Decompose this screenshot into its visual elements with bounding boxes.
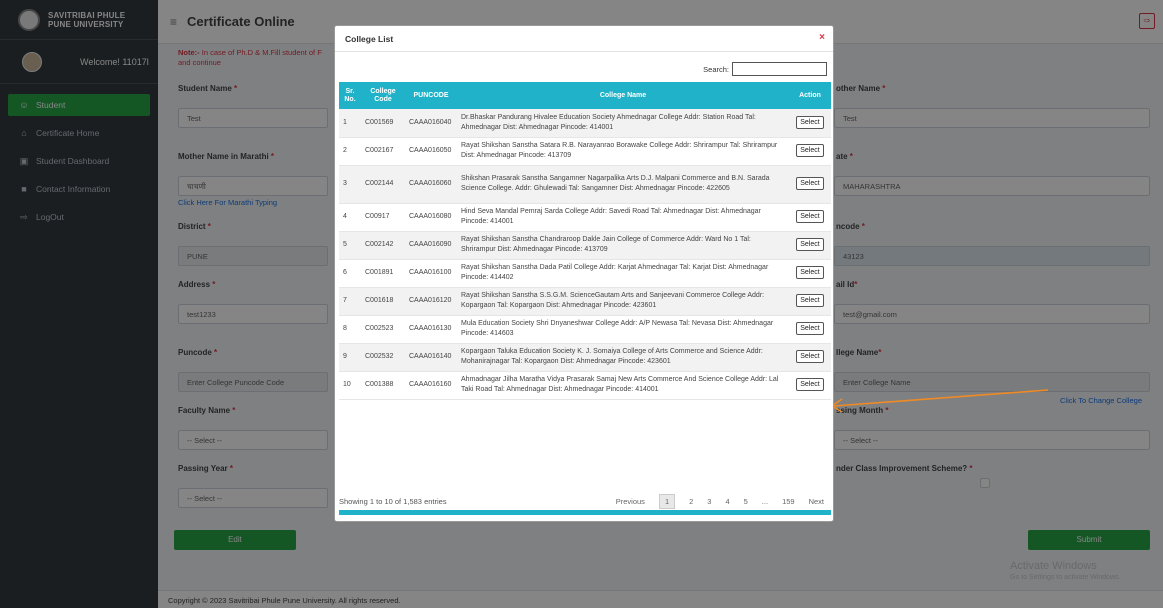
select-button[interactable]: Select xyxy=(796,210,824,223)
cell-action: Select xyxy=(789,315,831,344)
cell-sr-no: 7 xyxy=(339,287,361,316)
pagination-page[interactable]: 3 xyxy=(707,497,711,506)
pagination-next[interactable]: Next xyxy=(809,497,824,506)
cell-puncode: CAAA016060 xyxy=(405,165,457,204)
college-list-modal: College List × Search: Sr. No. College C… xyxy=(334,25,834,522)
column-header-puncode: PUNCODE xyxy=(405,82,457,109)
table-row: 8 C002523 CAAA016130 Mula Education Society… xyxy=(339,315,831,344)
cell-sr-no: 3 xyxy=(339,165,361,204)
cell-college-name: Dr.Bhaskar Pandurang Hivalee Education S… xyxy=(457,109,789,138)
college-table: Sr. No. College Code PUNCODE College Nam… xyxy=(339,82,831,400)
search-input[interactable] xyxy=(732,62,827,76)
pagination-bar: Showing 1 to 10 of 1,583 entries Previou… xyxy=(339,491,831,511)
cell-action: Select xyxy=(789,259,831,288)
table-row: 10 C001388 CAAA016160 Ahmadnagar Jilha Mara… xyxy=(339,371,831,400)
annotation-arrow-icon xyxy=(830,389,1049,413)
modal-title: College List xyxy=(345,34,394,44)
cell-college-name: Mula Education Society Shri Dnyaneshwar … xyxy=(457,315,789,344)
cell-college-name: Shikshan Prasarak Sanstha Sangamner Naga… xyxy=(457,165,789,204)
cell-sr-no: 5 xyxy=(339,231,361,260)
pagination-previous[interactable]: Previous xyxy=(616,497,645,506)
table-row: 5 C002142 CAAA016090 Rayat Shikshan Sanstha… xyxy=(339,231,831,260)
cell-puncode: CAAA016090 xyxy=(405,231,457,260)
cell-sr-no: 10 xyxy=(339,371,361,400)
cell-college-code: C002523 xyxy=(361,315,405,344)
search-row: Search: xyxy=(703,62,827,76)
cell-college-name: Rayat Shikshan Sanstha S.S.G.M. ScienceG… xyxy=(457,287,789,316)
select-button[interactable]: Select xyxy=(796,294,824,307)
cell-puncode: CAAA016040 xyxy=(405,109,457,138)
cell-college-name: Kopargaon Taluka Education Society K. J.… xyxy=(457,343,789,372)
cell-puncode: CAAA016140 xyxy=(405,343,457,372)
column-header-code: College Code xyxy=(361,82,405,109)
select-button[interactable]: Select xyxy=(796,238,824,251)
table-scrollbar[interactable] xyxy=(339,510,831,515)
cell-action: Select xyxy=(789,137,831,166)
cell-college-code: C002144 xyxy=(361,165,405,204)
cell-action: Select xyxy=(789,287,831,316)
cell-sr-no: 4 xyxy=(339,203,361,232)
cell-college-name: Hind Seva Mandal Pemraj Sarda College Ad… xyxy=(457,203,789,232)
cell-action: Select xyxy=(789,165,831,204)
table-row: 2 C002167 CAAA016050 Rayat Shikshan Sanstha… xyxy=(339,137,831,166)
select-button[interactable]: Select xyxy=(796,115,824,129)
cell-college-code: C00917 xyxy=(361,203,405,232)
cell-sr-no: 9 xyxy=(339,343,361,372)
cell-college-name: Rayat Shikshan Sanstha Chandraroop Dakle… xyxy=(457,231,789,260)
cell-action: Select xyxy=(789,109,831,138)
search-label: Search: xyxy=(703,64,729,74)
cell-college-code: C002532 xyxy=(361,343,405,372)
entries-info: Showing 1 to 10 of 1,583 entries xyxy=(339,496,447,506)
table-row: 1 C001569 CAAA016040 Dr.Bhaskar Pandurang H… xyxy=(339,109,831,138)
cell-action: Select xyxy=(789,343,831,372)
table-row: 3 C002144 CAAA016060 Shikshan Prasarak Sans… xyxy=(339,165,831,204)
cell-puncode: CAAA016160 xyxy=(405,371,457,400)
cell-college-name: Rayat Shikshan Sanstha Satara R.B. Naray… xyxy=(457,137,789,166)
cell-college-code: C001618 xyxy=(361,287,405,316)
cell-puncode: CAAA016120 xyxy=(405,287,457,316)
column-header-name: College Name xyxy=(457,82,789,109)
cell-college-name: Ahmadnagar Jilha Maratha Vidya Prasarak … xyxy=(457,371,789,400)
cell-action: Select xyxy=(789,203,831,232)
cell-college-code: C002142 xyxy=(361,231,405,260)
cell-college-code: C001891 xyxy=(361,259,405,288)
pagination-page[interactable]: 159 xyxy=(782,497,795,506)
table-row: 9 C002532 CAAA016140 Kopargaon Taluka Educa… xyxy=(339,343,831,372)
cell-sr-no: 8 xyxy=(339,315,361,344)
cell-college-code: C002167 xyxy=(361,137,405,166)
cell-action: Select xyxy=(789,371,831,400)
table-row: 7 C001618 CAAA016120 Rayat Shikshan Sanstha… xyxy=(339,287,831,316)
cell-college-code: C001388 xyxy=(361,371,405,400)
select-button[interactable]: Select xyxy=(796,350,824,363)
cell-action: Select xyxy=(789,231,831,260)
cell-puncode: CAAA016080 xyxy=(405,203,457,232)
cell-college-name: Rayat Shikshan Sanstha Dada Patil Colleg… xyxy=(457,259,789,288)
column-header-sr: Sr. No. xyxy=(339,82,361,109)
pagination-page[interactable]: 1 xyxy=(658,493,676,509)
select-button[interactable]: Select xyxy=(796,378,824,391)
select-button[interactable]: Select xyxy=(796,266,824,279)
cell-puncode: CAAA016100 xyxy=(405,259,457,288)
table-row: 6 C001891 CAAA016100 Rayat Shikshan Sanstha… xyxy=(339,259,831,288)
select-button[interactable]: Select xyxy=(796,144,824,157)
cell-sr-no: 6 xyxy=(339,259,361,288)
select-button[interactable]: Select xyxy=(796,177,824,190)
pagination-page[interactable]: 2 xyxy=(689,497,693,506)
cell-puncode: CAAA016050 xyxy=(405,137,457,166)
cell-sr-no: 2 xyxy=(339,137,361,166)
cell-college-code: C001569 xyxy=(361,109,405,138)
pagination-page[interactable]: 4 xyxy=(725,497,729,506)
cell-sr-no: 1 xyxy=(339,109,361,138)
pagination-page[interactable]: 5 xyxy=(744,497,748,506)
table-row: 4 C00917 CAAA016080 Hind Seva Mandal Pemraj… xyxy=(339,203,831,232)
cell-puncode: CAAA016130 xyxy=(405,315,457,344)
pagination-ellipsis: ... xyxy=(761,496,769,506)
modal-header: College List × xyxy=(335,26,833,52)
select-button[interactable]: Select xyxy=(796,322,824,335)
close-icon[interactable]: × xyxy=(819,32,825,43)
column-header-action: Action xyxy=(789,82,831,109)
